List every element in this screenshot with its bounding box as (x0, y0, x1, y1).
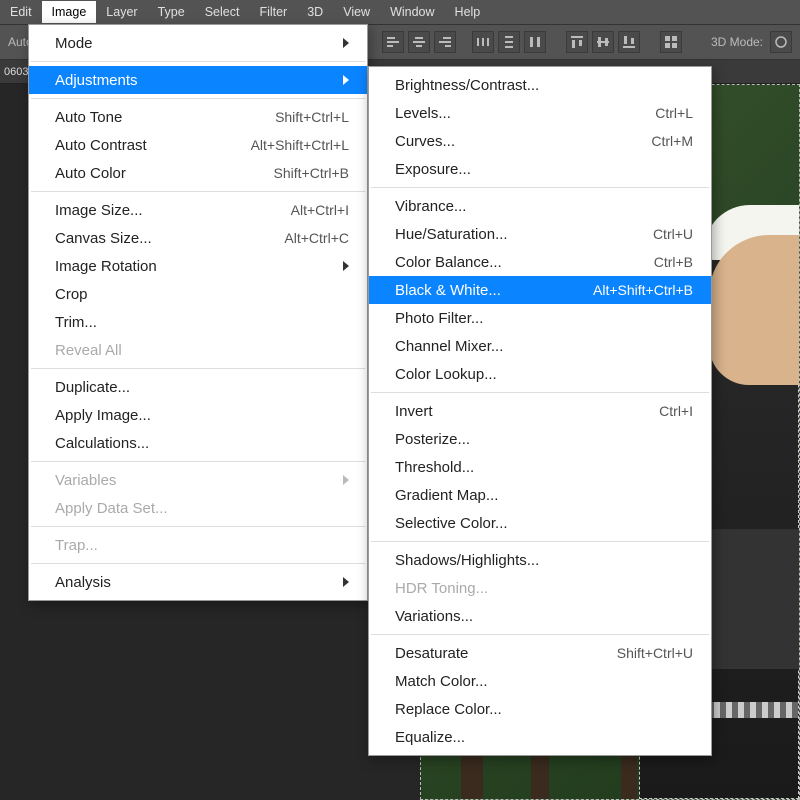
menu-photo-filter[interactable]: Photo Filter... (369, 304, 711, 332)
menu-trim[interactable]: Trim... (29, 308, 367, 336)
menu-threshold[interactable]: Threshold... (369, 453, 711, 481)
menu-auto-contrast[interactable]: Auto ContrastAlt+Shift+Ctrl+L (29, 131, 367, 159)
menu-view[interactable]: View (333, 1, 380, 23)
menu-mode[interactable]: Mode (29, 29, 367, 57)
menu-edit[interactable]: Edit (0, 1, 42, 23)
menu-invert[interactable]: InvertCtrl+I (369, 397, 711, 425)
menu-color-balance[interactable]: Color Balance...Ctrl+B (369, 248, 711, 276)
distribute-h-icon[interactable] (472, 31, 494, 53)
menu-shadows-highlights[interactable]: Shadows/Highlights... (369, 546, 711, 574)
menu-adjustments[interactable]: Adjustments (29, 66, 367, 94)
chevron-right-icon (343, 475, 349, 485)
menu-curves[interactable]: Curves...Ctrl+M (369, 127, 711, 155)
menu-variations[interactable]: Variations... (369, 602, 711, 630)
menu-canvas-size[interactable]: Canvas Size...Alt+Ctrl+C (29, 224, 367, 252)
menu-levels[interactable]: Levels...Ctrl+L (369, 99, 711, 127)
menu-equalize[interactable]: Equalize... (369, 723, 711, 751)
menu-channel-mixer[interactable]: Channel Mixer... (369, 332, 711, 360)
menu-calculations[interactable]: Calculations... (29, 429, 367, 457)
distribute-top-icon[interactable] (566, 31, 588, 53)
menu-crop[interactable]: Crop (29, 280, 367, 308)
menubar: Edit Image Layer Type Select Filter 3D V… (0, 0, 800, 24)
menu-apply-image[interactable]: Apply Image... (29, 401, 367, 429)
menu-auto-color[interactable]: Auto ColorShift+Ctrl+B (29, 159, 367, 187)
distribute-hc-icon[interactable] (524, 31, 546, 53)
menu-color-lookup[interactable]: Color Lookup... (369, 360, 711, 388)
menu-vibrance[interactable]: Vibrance... (369, 192, 711, 220)
menu-selective-color[interactable]: Selective Color... (369, 509, 711, 537)
menu-exposure[interactable]: Exposure... (369, 155, 711, 183)
menu-hue-saturation[interactable]: Hue/Saturation...Ctrl+U (369, 220, 711, 248)
menu-duplicate[interactable]: Duplicate... (29, 373, 367, 401)
menu-black-white[interactable]: Black & White...Alt+Shift+Ctrl+B (369, 276, 711, 304)
menu-select[interactable]: Select (195, 1, 250, 23)
menu-desaturate[interactable]: DesaturateShift+Ctrl+U (369, 639, 711, 667)
image-menu: Mode Adjustments Auto ToneShift+Ctrl+L A… (28, 24, 368, 601)
align-left-icon[interactable] (382, 31, 404, 53)
distribute-v-icon[interactable] (498, 31, 520, 53)
menu-layer[interactable]: Layer (96, 1, 147, 23)
menu-trap: Trap... (29, 531, 367, 559)
3d-mode-label: 3D Mode: (708, 35, 766, 49)
chevron-right-icon (343, 75, 349, 85)
3d-orbit-icon[interactable] (770, 31, 792, 53)
menu-help[interactable]: Help (445, 1, 491, 23)
align-right-icon[interactable] (434, 31, 456, 53)
menu-hdr-toning: HDR Toning... (369, 574, 711, 602)
distribute-middle-icon[interactable] (592, 31, 614, 53)
menu-type[interactable]: Type (148, 1, 195, 23)
chevron-right-icon (343, 577, 349, 587)
menu-image-rotation[interactable]: Image Rotation (29, 252, 367, 280)
menu-replace-color[interactable]: Replace Color... (369, 695, 711, 723)
menu-reveal-all: Reveal All (29, 336, 367, 364)
menu-match-color[interactable]: Match Color... (369, 667, 711, 695)
menu-gradient-map[interactable]: Gradient Map... (369, 481, 711, 509)
chevron-right-icon (343, 261, 349, 271)
align-center-icon[interactable] (408, 31, 430, 53)
menu-image-size[interactable]: Image Size...Alt+Ctrl+I (29, 196, 367, 224)
chevron-right-icon (343, 38, 349, 48)
menu-analysis[interactable]: Analysis (29, 568, 367, 596)
menu-auto-tone[interactable]: Auto ToneShift+Ctrl+L (29, 103, 367, 131)
distribute-bottom-icon[interactable] (618, 31, 640, 53)
auto-align-icon[interactable] (660, 31, 682, 53)
menu-3d[interactable]: 3D (297, 1, 333, 23)
face-shape (709, 235, 799, 385)
menu-apply-data-set: Apply Data Set... (29, 494, 367, 522)
menu-filter[interactable]: Filter (249, 1, 297, 23)
menu-brightness-contrast[interactable]: Brightness/Contrast... (369, 71, 711, 99)
menu-window[interactable]: Window (380, 1, 444, 23)
menu-variables: Variables (29, 466, 367, 494)
menu-posterize[interactable]: Posterize... (369, 425, 711, 453)
adjustments-submenu: Brightness/Contrast... Levels...Ctrl+L C… (368, 66, 712, 756)
menu-image[interactable]: Image (42, 1, 97, 23)
